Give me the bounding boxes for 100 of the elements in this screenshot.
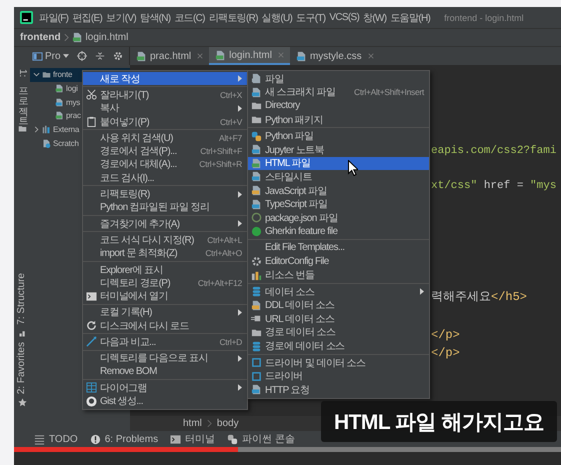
menu-item[interactable]: 붙여넣기(P) Ctrl+V	[83, 114, 247, 128]
menu-item[interactable]: 복사	[83, 102, 247, 115]
window-icon	[32, 50, 43, 62]
menu-item[interactable]: JavaScript 파일	[248, 184, 429, 198]
menu-item[interactable]: 경로 데이터 소스	[248, 326, 429, 340]
file-icon	[215, 50, 226, 60]
tool-window-button[interactable]: 터미널	[170, 432, 216, 446]
file-icon	[251, 171, 262, 182]
menu-bar-item[interactable]: 창(W)	[363, 10, 386, 24]
menu-bar-item[interactable]: VCS(S)	[329, 12, 360, 23]
menu-item[interactable]: package.json 파일	[248, 210, 429, 225]
project-view-dropdown[interactable]: Pro	[32, 50, 69, 62]
menu-item[interactable]: 새로 작성	[83, 72, 247, 86]
editor-tab[interactable]: mystyle.css	[290, 47, 380, 65]
menu-item[interactable]: 다이어그램	[83, 381, 247, 395]
close-icon[interactable]	[368, 53, 374, 59]
menu-bar-item[interactable]: 보기(V)	[106, 10, 136, 24]
menu-bar-item[interactable]: 편집(E)	[72, 10, 102, 24]
menu-item[interactable]: 디스크에서 다시 로드	[83, 319, 247, 332]
settings-icon[interactable]	[112, 51, 123, 61]
chevron-icon	[206, 419, 212, 428]
breadcrumb-item[interactable]: login.html	[86, 32, 128, 43]
menu-item[interactable]: 로컬 기록(H)	[83, 306, 247, 320]
editor-tab[interactable]: prac.html	[130, 47, 210, 65]
menu-item[interactable]: 파일	[248, 72, 429, 86]
menu-item[interactable]: 코드 검사(I)...	[83, 171, 247, 184]
breadcrumb-item[interactable]: html	[183, 418, 202, 429]
menu-item[interactable]: Jupyter 노트북	[248, 142, 429, 157]
menu-item[interactable]: 잘라내기(T) Ctrl+X	[83, 88, 247, 102]
folder-icon	[42, 70, 51, 80]
tool-window-button[interactable]: TODO	[34, 434, 78, 444]
menu-item[interactable]: 스타일시트	[248, 170, 429, 184]
menu-item[interactable]: Python 패키지	[248, 112, 429, 126]
menu-item[interactable]: 터미널에서 열기	[83, 289, 247, 303]
menu-item[interactable]: 디렉토리를 다음으로 표시	[83, 352, 247, 365]
app-logo-icon	[20, 11, 33, 24]
menu-item[interactable]: URL 데이터 소스	[248, 312, 429, 326]
menu-item[interactable]: 데이터 소스	[248, 284, 429, 298]
file-icon	[251, 384, 262, 396]
menu-item[interactable]: HTML 파일	[248, 156, 429, 170]
breadcrumb-item[interactable]: frontend	[20, 32, 61, 43]
menu-item[interactable]: 리팩토링(R)	[83, 187, 247, 201]
menu-bar-item[interactable]: 리팩토링(R)	[208, 10, 258, 24]
menu-item[interactable]: TypeScript 파일	[248, 197, 429, 211]
collapse-icon[interactable]	[94, 51, 105, 61]
menu-item[interactable]: 리소스 번들	[248, 268, 429, 282]
breadcrumb-item[interactable]: body	[216, 418, 239, 429]
menu-item[interactable]: import 문 최적화(Z) Ctrl+Alt+O	[83, 246, 247, 260]
menu-item[interactable]: Gherkin feature file	[248, 224, 429, 238]
menu-item[interactable]: 코드 서식 다시 지정(R) Ctrl+Alt+L	[83, 233, 247, 247]
clipboard-icon	[86, 116, 97, 128]
menu-item[interactable]: 디렉토리 경로(P) Ctrl+Alt+F12	[83, 276, 247, 290]
list-icon	[34, 434, 45, 444]
menu-bar-item[interactable]: 코드(C)	[174, 10, 205, 24]
chevron-icon[interactable]	[33, 126, 40, 134]
menu-item[interactable]: 드라이버	[248, 369, 429, 384]
structure-tool-tab[interactable]: 7: Structure	[16, 273, 28, 325]
file-icon	[42, 138, 51, 148]
menu-bar-item[interactable]: 실행(U)	[262, 10, 292, 24]
menu-bar-item[interactable]: 도움말(H)	[390, 10, 430, 24]
menu-item[interactable]: 드라이버 및 데이터 소스	[248, 356, 429, 370]
file-icon	[251, 185, 262, 196]
menu-item[interactable]: Python 컴파일된 파일 정리	[83, 200, 247, 214]
menu-item[interactable]: Remove BOM	[83, 364, 247, 378]
exclamation-icon	[90, 434, 101, 444]
menu-item[interactable]: 새 스크래치 파일 Ctrl+Alt+Shift+Insert	[248, 86, 429, 100]
menu-item[interactable]: 경로에서 검색(P)... Ctrl+Shift+F	[83, 144, 247, 158]
menu-item[interactable]: 경로에 데이터 소스	[248, 339, 429, 353]
close-icon[interactable]	[197, 53, 204, 59]
ring-icon	[251, 212, 262, 224]
menu-item[interactable]: 다음과 비교... Ctrl+D	[83, 335, 247, 349]
menu-bar-item[interactable]: 도구(T)	[296, 10, 326, 24]
tool-window-button[interactable]: 파이썬 콘솔	[227, 432, 295, 446]
project-tool-tab[interactable]: 1: 프로젝트	[16, 69, 28, 120]
editor-tab[interactable]: login.html	[209, 47, 290, 65]
menu-item[interactable]: Gist 생성...	[83, 394, 247, 408]
arrow-icon	[86, 336, 97, 348]
tool-window-button[interactable]: 6: Problems	[90, 434, 158, 444]
file-icon	[55, 84, 64, 94]
menu-item[interactable]: EditorConfig File	[248, 254, 429, 268]
caret-icon	[62, 54, 69, 58]
menu-item[interactable]: 사용 위치 검색(U) Alt+F7	[83, 131, 247, 144]
terminal-icon	[170, 434, 182, 444]
file-icon	[251, 198, 262, 210]
crosshair-icon[interactable]	[76, 51, 87, 61]
menu-bar-item[interactable]: 파일(F)	[39, 10, 68, 24]
menu-item[interactable]: 즐겨찾기에 추가(A)	[83, 216, 247, 230]
menu-bar-item[interactable]: 탐색(N)	[140, 10, 170, 24]
menu-item[interactable]: DDL 데이터 소스	[248, 298, 429, 312]
menu-item[interactable]: HTTP 요청	[248, 383, 429, 397]
favorites-tool-tab[interactable]: 2: Favorites	[16, 342, 28, 394]
code-line: </p>	[431, 345, 461, 362]
code-line: 력해주세요</h5>	[431, 289, 528, 306]
python-icon	[251, 130, 262, 142]
menu-item[interactable]: Edit File Templates...	[248, 241, 429, 255]
menu-item[interactable]: Explorer에 표시	[83, 262, 247, 276]
menu-item[interactable]: 경로에서 대체(A)... Ctrl+Shift+R	[83, 158, 247, 172]
menu-item[interactable]: Directory	[248, 99, 429, 113]
menu-item[interactable]: Python 파일	[248, 129, 429, 143]
chevron-icon[interactable]	[33, 71, 40, 78]
